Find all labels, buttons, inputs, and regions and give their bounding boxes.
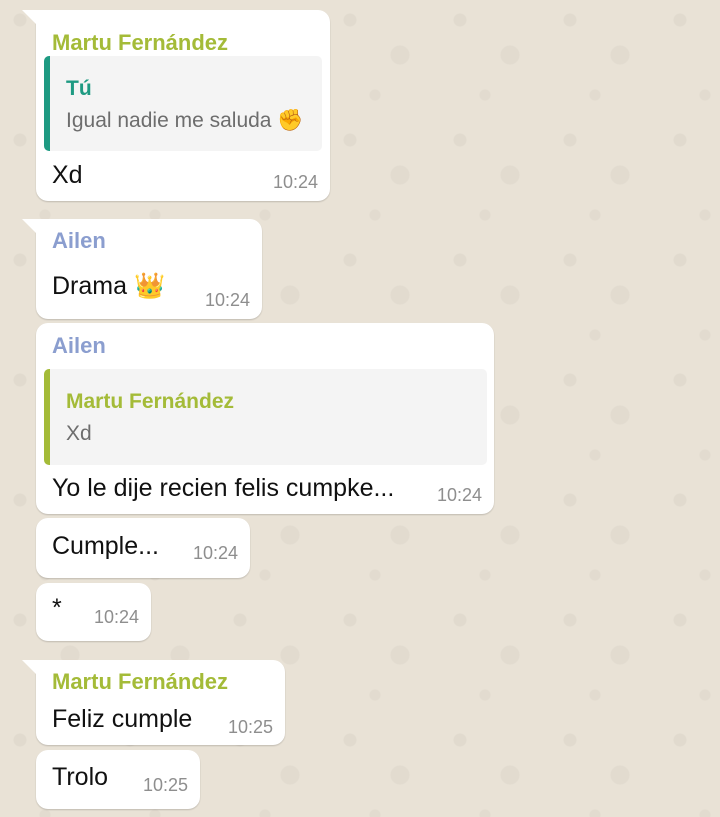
quoted-message[interactable]: Martu Fernández Xd bbox=[44, 369, 487, 465]
sender-name[interactable]: Ailen bbox=[52, 333, 106, 359]
sender-name[interactable]: Martu Fernández bbox=[52, 669, 228, 695]
sender-name[interactable]: Martu Fernández bbox=[52, 30, 228, 56]
message-time: 10:24 bbox=[204, 290, 250, 310]
message-bubble[interactable]: Martu Fernández Feliz cumple 10:25 bbox=[22, 660, 285, 745]
message-text: Yo le dije recien felis cumpke... bbox=[52, 474, 395, 502]
sender-name[interactable]: Ailen bbox=[52, 228, 106, 254]
message-text: Xd bbox=[52, 161, 83, 189]
message-time: 10:25 bbox=[142, 775, 188, 795]
quote-author: Martu Fernández bbox=[66, 390, 235, 413]
quote-text: Igual nadie me saluda ✊ bbox=[66, 109, 304, 132]
quote-text: Xd bbox=[66, 422, 92, 445]
message-bubble[interactable]: * 10:24 bbox=[36, 583, 151, 641]
message-text: Trolo bbox=[52, 763, 109, 791]
message-text: Cumple... bbox=[52, 532, 159, 560]
message-bubble[interactable]: Ailen Drama 👑 10:24 bbox=[22, 219, 262, 319]
message-text: * bbox=[52, 594, 62, 622]
message-bubble[interactable]: Ailen Martu Fernández Xd Yo le dije reci… bbox=[36, 323, 494, 514]
message-bubble[interactable]: Martu Fernández Tú Igual nadie me saluda… bbox=[22, 10, 330, 201]
quoted-message[interactable]: Tú Igual nadie me saluda ✊ bbox=[44, 56, 322, 151]
message-bubble[interactable]: Trolo 10:25 bbox=[36, 750, 200, 809]
message-time: 10:24 bbox=[93, 607, 139, 627]
message-time: 10:24 bbox=[192, 543, 238, 563]
message-time: 10:24 bbox=[436, 485, 482, 505]
message-bubble[interactable]: Cumple... 10:24 bbox=[36, 518, 250, 578]
message-time: 10:24 bbox=[272, 172, 318, 192]
message-text: Drama 👑 bbox=[52, 272, 166, 300]
message-text: Feliz cumple bbox=[52, 705, 193, 733]
quote-author: Tú bbox=[66, 77, 92, 100]
message-time: 10:25 bbox=[227, 717, 273, 737]
